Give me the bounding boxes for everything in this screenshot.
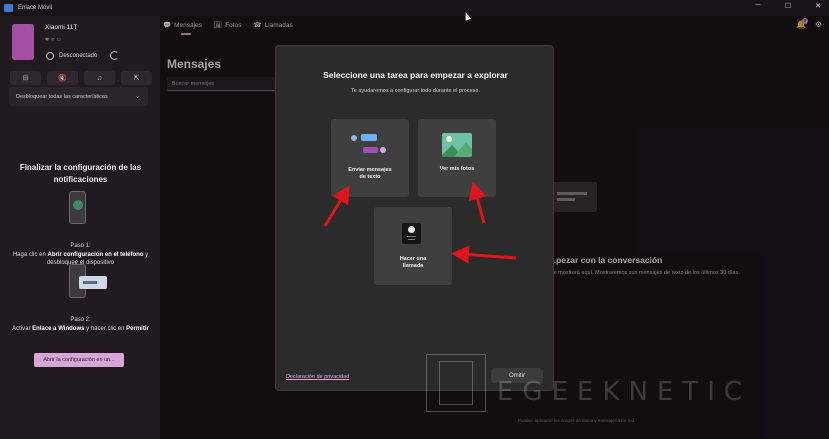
device-name: Xiaomi 11T xyxy=(45,24,78,31)
step2-bold1: Enlace a Windows xyxy=(32,325,85,332)
refresh-icon[interactable] xyxy=(110,51,120,60)
dialog-subtitle: Te ayudaremos a configurar todo durante … xyxy=(350,88,481,94)
quick-actions: ⊟ 🔇 ♫ ⇱ xyxy=(10,71,152,85)
make-call-card[interactable]: Hacer una llamada xyxy=(374,207,452,285)
send-messages-label: Enviar mensajes de texto xyxy=(348,167,392,180)
device-status-icons: ✱ ᯤ ▭ xyxy=(45,37,62,43)
close-button[interactable]: ✕ xyxy=(811,2,825,10)
task-dialog: Seleccione una tarea para empezar a expl… xyxy=(275,45,554,391)
make-call-label: Hacer una llamada xyxy=(399,256,427,269)
step2-bold2: Permitir xyxy=(126,325,149,332)
privacy-link[interactable]: Declaración de privacidad xyxy=(286,374,349,380)
unlock-features-dropdown[interactable]: Desbloquear todas las características ⌄ xyxy=(9,87,148,106)
connection-status: Desconectado xyxy=(59,52,98,59)
step1-phone-icon xyxy=(69,191,86,224)
watermark-logo xyxy=(426,354,486,412)
step2-label: Paso 2: xyxy=(70,317,91,323)
step2-dialog-icon xyxy=(79,276,107,289)
dialog-title: Seleccione una tarea para empezar a expl… xyxy=(323,70,508,80)
quick-action-mute-button[interactable]: 🔇 xyxy=(47,71,78,85)
minimize-button[interactable]: ─ xyxy=(751,2,765,10)
chevron-down-icon: ⌄ xyxy=(134,94,140,100)
setup-title: Finalizar la configuración de las notifi… xyxy=(19,163,142,184)
phone-image xyxy=(12,24,34,60)
quick-action-share-button[interactable]: ⇱ xyxy=(121,71,152,85)
call-illustration-icon xyxy=(402,223,421,244)
messages-illustration-icon xyxy=(351,132,391,156)
watermark-e: E xyxy=(497,377,523,407)
app-logo-icon xyxy=(4,4,13,12)
quick-action-music-button[interactable]: ♫ xyxy=(84,71,115,85)
quick-action-battery-button[interactable]: ⊟ xyxy=(10,71,41,85)
watermark-text: EGEEKNETIC xyxy=(497,377,751,407)
view-photos-label: Ver mis fotos xyxy=(439,166,475,172)
settings-icon xyxy=(46,51,54,60)
step2-pre: Activar xyxy=(12,325,33,332)
step1-bold: Abrir configuración en el teléfono xyxy=(47,251,144,258)
step1-label: Paso 1: xyxy=(70,243,91,249)
window-title: Enlace Móvil xyxy=(18,5,53,11)
sidebar: Xiaomi 11T ✱ ᯤ ▭ Desconectado ⊟ 🔇 ♫ ⇱ xyxy=(0,16,160,439)
connection-row: Desconectado xyxy=(46,51,120,60)
step2-text: Paso 2: Activar Enlace a Windows y hacer… xyxy=(12,316,149,333)
maximize-button[interactable]: ☐ xyxy=(781,2,795,10)
step1-pre: Haga clic en xyxy=(12,251,48,258)
watermark-word: GEEKNETIC xyxy=(522,377,752,407)
step2-mid: y hacer clic en xyxy=(84,325,127,332)
open-config-button[interactable]: Abrir la configuración en un... xyxy=(34,353,124,367)
window-controls: ─ ☐ ✕ xyxy=(751,2,825,10)
photo-illustration-icon xyxy=(442,133,472,157)
view-photos-card[interactable]: Ver mis fotos xyxy=(418,119,496,197)
dropdown-label: Desbloquear todas las características xyxy=(16,93,108,100)
send-messages-card[interactable]: Enviar mensajes de texto xyxy=(331,119,409,197)
title-bar: Enlace Móvil ─ ☐ ✕ xyxy=(0,0,829,16)
